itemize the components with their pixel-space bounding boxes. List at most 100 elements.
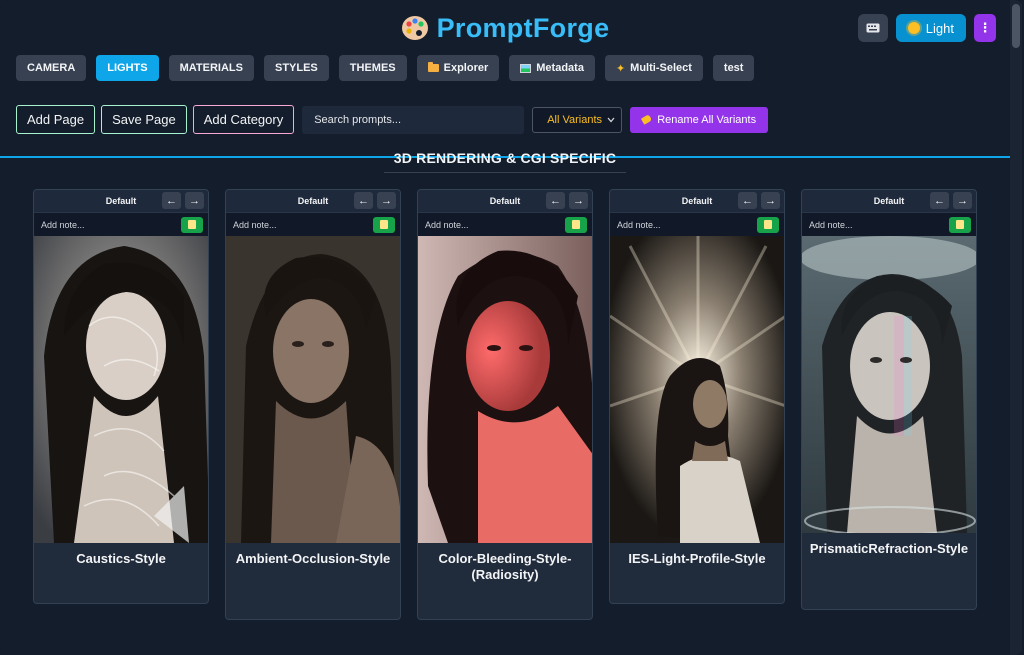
- note-input[interactable]: Add note...: [809, 220, 853, 230]
- note-input[interactable]: Add note...: [41, 220, 85, 230]
- card-title: Caustics-Style: [76, 551, 166, 566]
- tab-label: test: [723, 62, 744, 74]
- note-row: Add note...: [802, 212, 976, 236]
- more-vertical-icon: ⋮: [978, 20, 992, 35]
- next-variant-button[interactable]: →: [953, 192, 972, 209]
- prev-variant-button[interactable]: ←: [162, 192, 181, 209]
- page-scrollbar[interactable]: [1010, 0, 1022, 655]
- rename-all-variants-button[interactable]: Rename All Variants: [630, 106, 769, 133]
- card-title: Ambient-Occlusion-Style: [235, 551, 391, 566]
- card-image[interactable]: [610, 236, 784, 543]
- variant-label: Default: [681, 196, 713, 206]
- card-header: Default ← →: [34, 190, 208, 212]
- tab-label: LIGHTS: [107, 62, 148, 74]
- tag-icon: [641, 114, 653, 125]
- explorer-label: Explorer: [443, 62, 489, 74]
- rename-all-label: Rename All Variants: [657, 113, 757, 126]
- portrait-ies-light-image: [610, 236, 784, 543]
- tab-label: STYLES: [274, 62, 318, 74]
- sun-icon: [907, 22, 920, 34]
- tab-test[interactable]: test: [712, 55, 755, 81]
- document-icon: [956, 220, 964, 229]
- next-variant-button[interactable]: →: [185, 192, 204, 209]
- theme-toggle-label: Light: [925, 20, 954, 36]
- note-row: Add note...: [610, 212, 784, 236]
- add-category-button[interactable]: Add Category: [192, 105, 295, 134]
- multi-select-button[interactable]: ✦ Multi-Select: [604, 55, 703, 81]
- scrollbar-thumb[interactable]: [1012, 4, 1020, 48]
- variant-arrows: ← →: [354, 192, 396, 209]
- tab-materials[interactable]: MATERIALS: [168, 55, 254, 81]
- prev-variant-button[interactable]: ←: [930, 192, 949, 209]
- metadata-button[interactable]: Metadata: [509, 55, 595, 81]
- tab-lights[interactable]: LIGHTS: [96, 55, 159, 81]
- variant-arrows: ← →: [546, 192, 588, 209]
- document-icon: [188, 220, 196, 229]
- prompt-card[interactable]: Default ← → Add note...: [609, 189, 785, 604]
- more-menu-button[interactable]: ⋮: [974, 14, 996, 42]
- chevron-down-icon: [607, 117, 615, 122]
- prompt-card[interactable]: Default ← → Add note...: [417, 189, 593, 620]
- save-note-button[interactable]: [949, 216, 971, 233]
- multi-select-label: Multi-Select: [630, 62, 692, 74]
- note-input[interactable]: Add note...: [617, 220, 661, 230]
- card-header: Default ← →: [802, 190, 976, 212]
- prompt-card[interactable]: Default ← → Add note...: [801, 189, 977, 610]
- document-icon: [572, 220, 580, 229]
- save-note-button[interactable]: [373, 216, 395, 233]
- picture-icon: [520, 63, 532, 73]
- section-title: 3D RENDERING & CGI SPECIFIC: [384, 147, 626, 173]
- card-title: Color-Bleeding-Style-(Radiosity): [438, 551, 572, 582]
- save-note-button[interactable]: [565, 216, 587, 233]
- category-nav: CAMERA LIGHTS MATERIALS STYLES THEMES Ex…: [16, 55, 755, 81]
- page-toolbar: Add Page Save Page Add Category Search p…: [16, 105, 769, 134]
- top-right-controls: Light ⋮: [857, 14, 996, 42]
- save-note-button[interactable]: [757, 216, 779, 233]
- next-variant-button[interactable]: →: [761, 192, 780, 209]
- next-variant-button[interactable]: →: [569, 192, 588, 209]
- card-image[interactable]: [226, 236, 400, 543]
- variant-label: Default: [297, 196, 329, 206]
- sparkle-icon: ✦: [615, 62, 626, 75]
- portrait-caustics-image: [34, 236, 208, 543]
- add-page-button[interactable]: Add Page: [16, 105, 96, 134]
- search-input[interactable]: Search prompts...: [302, 105, 525, 134]
- variant-select[interactable]: All Variants: [532, 106, 623, 133]
- next-variant-button[interactable]: →: [377, 192, 396, 209]
- keyboard-shortcuts-button[interactable]: [857, 14, 888, 42]
- tab-camera[interactable]: CAMERA: [16, 55, 87, 81]
- note-row: Add note...: [34, 212, 208, 236]
- card-image[interactable]: [802, 236, 976, 533]
- save-note-button[interactable]: [181, 216, 203, 233]
- theme-toggle-button[interactable]: Light: [895, 14, 966, 42]
- card-image[interactable]: [34, 236, 208, 543]
- variant-label: Default: [873, 196, 905, 206]
- app-window: PromptForge Light ⋮ CAMERA LIGHTS MATERI…: [0, 0, 1024, 655]
- variant-select-value: All Variants: [547, 113, 603, 126]
- note-input[interactable]: Add note...: [425, 220, 469, 230]
- note-row: Add note...: [226, 212, 400, 236]
- prompt-card[interactable]: Default ← → Add note...: [33, 189, 209, 604]
- prev-variant-button[interactable]: ←: [738, 192, 757, 209]
- card-header: Default ← →: [418, 190, 592, 212]
- palette-icon: [401, 16, 428, 40]
- explorer-button[interactable]: Explorer: [416, 55, 500, 81]
- tab-styles[interactable]: STYLES: [263, 55, 329, 81]
- card-image[interactable]: [418, 236, 592, 543]
- note-input[interactable]: Add note...: [233, 220, 277, 230]
- app-title: PromptForge: [436, 12, 610, 43]
- folder-icon: [427, 62, 439, 72]
- prev-variant-button[interactable]: ←: [354, 192, 373, 209]
- variant-arrows: ← →: [930, 192, 972, 209]
- metadata-label: Metadata: [536, 62, 584, 74]
- tab-label: THEMES: [349, 62, 396, 74]
- variant-arrows: ← →: [738, 192, 780, 209]
- prev-variant-button[interactable]: ←: [546, 192, 565, 209]
- variant-label: Default: [489, 196, 521, 206]
- tab-themes[interactable]: THEMES: [338, 55, 407, 81]
- keyboard-icon: [866, 23, 880, 33]
- prompt-card[interactable]: Default ← → Add note... Ambient-Occlusio…: [225, 189, 401, 620]
- card-title: PrismaticRefraction-Style: [809, 541, 969, 556]
- variant-label: Default: [105, 196, 137, 206]
- save-page-button[interactable]: Save Page: [101, 105, 187, 134]
